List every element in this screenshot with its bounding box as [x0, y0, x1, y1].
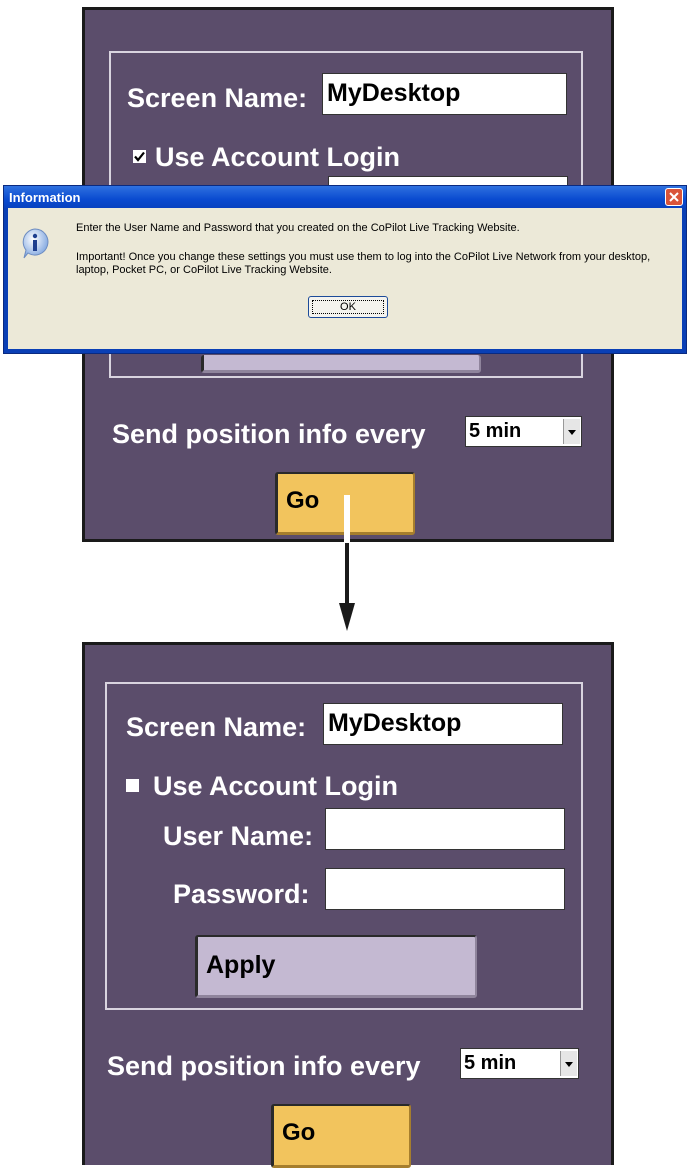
dropdown-arrow-icon[interactable] [560, 1051, 577, 1076]
screen-name-field[interactable]: MyDesktop [322, 73, 567, 115]
user-name-label: User Name: [163, 821, 314, 851]
go-button-label: Go [282, 1119, 316, 1146]
dialog-title: Information [9, 190, 81, 205]
password-field[interactable] [325, 868, 565, 910]
go-button[interactable]: Go [271, 1104, 411, 1168]
dialog-body: Enter the User Name and Password that yo… [8, 208, 682, 349]
down-arrow-icon [339, 495, 355, 631]
dialog-message-line2: Important! Once you change these setting… [76, 251, 651, 263]
ok-button[interactable]: OK [308, 296, 388, 318]
send-position-label: Send position info every [107, 1051, 421, 1081]
ok-button-label: OK [312, 300, 384, 314]
dialog-titlebar[interactable]: Information [4, 186, 686, 208]
close-icon[interactable] [665, 188, 683, 206]
interval-value: 5 min [464, 1052, 517, 1074]
user-name-field[interactable] [325, 808, 565, 850]
information-dialog: Information Enter the User Name and Pass… [3, 185, 687, 354]
apply-button-label: Apply [206, 951, 276, 979]
screen-name-field[interactable]: MyDesktop [323, 703, 563, 745]
go-button-label: Go [286, 487, 320, 514]
bottom-settings-panel: Screen Name: MyDesktop Use Account Login… [82, 642, 614, 1168]
dropdown-arrow-icon[interactable] [563, 419, 580, 444]
interval-select[interactable]: 5 min [460, 1048, 579, 1079]
interval-select[interactable]: 5 min [465, 416, 582, 447]
dialog-message-line1: Enter the User Name and Password that yo… [76, 222, 520, 234]
info-icon [22, 228, 49, 259]
use-account-login-label: Use Account Login [155, 142, 401, 172]
dialog-message-line3: laptop, Pocket PC, or CoPilot Live Track… [76, 264, 332, 276]
apply-button[interactable]: Apply [195, 935, 477, 998]
checkbox-unchecked-icon[interactable] [126, 779, 139, 792]
apply-button-partial[interactable] [201, 355, 481, 373]
password-label: Password: [173, 879, 310, 909]
checkbox-checked-icon[interactable] [133, 150, 146, 163]
screen-name-label: Screen Name: [127, 83, 308, 113]
use-account-login-label: Use Account Login [153, 771, 399, 801]
interval-value: 5 min [469, 420, 522, 442]
send-position-label: Send position info every [112, 419, 426, 449]
screen-name-label: Screen Name: [126, 712, 307, 742]
